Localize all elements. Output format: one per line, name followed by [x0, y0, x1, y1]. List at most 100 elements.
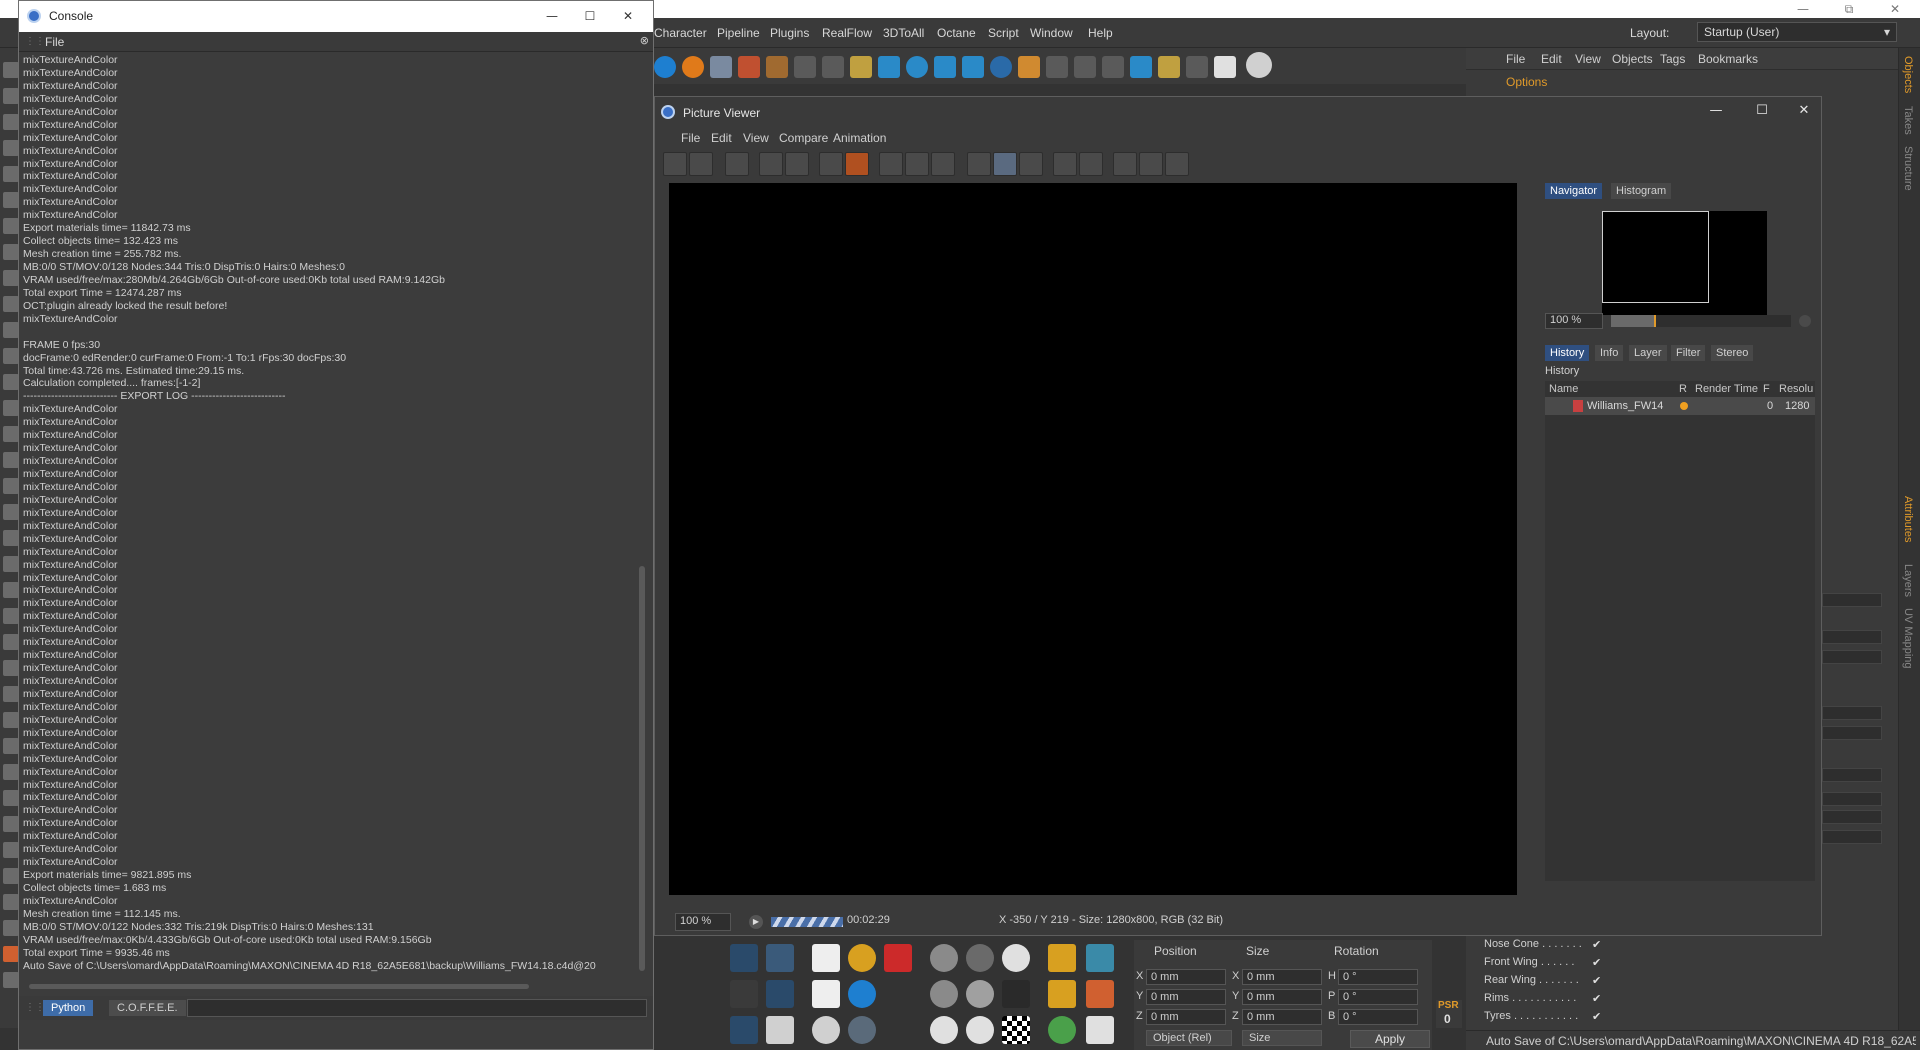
scrollbar-thumb[interactable] — [29, 984, 529, 989]
tool-icon[interactable] — [3, 88, 19, 104]
tool-icon[interactable] — [1158, 56, 1180, 78]
tab-history[interactable]: History — [1545, 345, 1590, 361]
tool-icon[interactable] — [3, 920, 19, 936]
copy-icon[interactable] — [819, 152, 843, 176]
tool-icon[interactable] — [3, 452, 19, 468]
compare-icon[interactable] — [993, 152, 1017, 176]
zoom-field[interactable]: 100 % — [675, 913, 731, 931]
restore-icon[interactable]: ⧉ — [1826, 0, 1872, 18]
material-icon[interactable] — [848, 980, 876, 1008]
obj-menu-bookmarks[interactable]: Bookmarks — [1698, 52, 1758, 66]
tool-icon[interactable] — [3, 790, 19, 806]
pv-menu-view[interactable]: View — [743, 131, 769, 145]
tool-icon[interactable] — [1214, 56, 1236, 78]
minimize-icon[interactable]: — — [1780, 0, 1826, 18]
tool-icon[interactable] — [3, 686, 19, 702]
options-label[interactable]: Options — [1506, 75, 1547, 89]
save-icon[interactable] — [689, 152, 713, 176]
material-icon[interactable] — [1048, 980, 1076, 1008]
minimize-icon[interactable]: — — [1701, 103, 1731, 118]
tool-icon[interactable] — [3, 504, 19, 520]
attribute-field[interactable] — [1822, 726, 1882, 740]
size-y-field[interactable]: 0 mm — [1242, 989, 1322, 1005]
material-sphere-icon[interactable] — [966, 980, 994, 1008]
obj-menu-tags[interactable]: Tags — [1660, 52, 1685, 66]
tab-navigator[interactable]: Navigator — [1545, 183, 1603, 199]
refresh-icon[interactable] — [1048, 1016, 1076, 1044]
tool-icon[interactable] — [3, 426, 19, 442]
trash-icon[interactable] — [878, 56, 900, 78]
tool-icon[interactable] — [850, 56, 872, 78]
tool-icon[interactable] — [730, 1016, 758, 1044]
tool-icon[interactable] — [730, 980, 758, 1008]
pv-menu-file[interactable]: File — [681, 131, 700, 145]
obj-menu-file[interactable]: File — [1506, 52, 1525, 66]
material-sphere-icon[interactable] — [930, 980, 958, 1008]
canvas-horizontal-scrollbar[interactable] — [669, 897, 1521, 907]
qm-icon[interactable] — [1186, 56, 1208, 78]
menu-script[interactable]: Script — [988, 26, 1019, 40]
tool-icon[interactable] — [3, 712, 19, 728]
tool-icon[interactable] — [990, 56, 1012, 78]
ies-icon[interactable] — [812, 980, 840, 1008]
obj-menu-objects[interactable]: Objects — [1612, 52, 1653, 66]
position-x-field[interactable]: 0 mm — [1146, 969, 1226, 985]
material-icon[interactable] — [848, 1016, 876, 1044]
tool-icon[interactable] — [3, 530, 19, 546]
tool-icon[interactable] — [962, 56, 984, 78]
tool-icon[interactable] — [1165, 152, 1189, 176]
play-icon[interactable]: ▶ — [749, 915, 763, 929]
material-sphere-icon[interactable] — [966, 944, 994, 972]
compare-icon[interactable] — [1019, 152, 1043, 176]
tab-coffee[interactable]: C.O.F.F.E.E. — [109, 1000, 186, 1016]
menu-pipeline[interactable]: Pipeline — [717, 26, 760, 40]
menu-realflow[interactable]: RealFlow — [822, 26, 872, 40]
open-icon[interactable] — [663, 152, 687, 176]
col-f[interactable]: F — [1763, 383, 1770, 395]
rotation-h-field[interactable]: 0 ° — [1338, 969, 1418, 985]
tab-takes[interactable]: Takes — [1902, 106, 1914, 135]
tab-structure[interactable]: Structure — [1902, 146, 1914, 191]
col-name[interactable]: Name — [1549, 383, 1578, 395]
menu-window[interactable]: Window — [1030, 26, 1073, 40]
material-gear-icon[interactable] — [1002, 944, 1030, 972]
attribute-field[interactable] — [1822, 650, 1882, 664]
close-icon[interactable]: ⊗ — [640, 34, 649, 47]
render-icon[interactable] — [931, 152, 955, 176]
tool-icon[interactable] — [3, 400, 19, 416]
canvas-vertical-scrollbar[interactable] — [1521, 183, 1531, 895]
tab-uv-mapping[interactable]: UV Mapping — [1902, 608, 1914, 669]
octane-icon[interactable] — [738, 56, 760, 78]
tool-icon[interactable] — [3, 816, 19, 832]
history-scrollbar[interactable] — [1545, 883, 1815, 891]
tab-attributes[interactable]: Attributes — [1902, 496, 1914, 542]
tool-icon[interactable] — [3, 634, 19, 650]
tool-icon[interactable] — [1018, 56, 1040, 78]
coordinate-mode-dropdown[interactable]: Object (Rel) — [1146, 1030, 1232, 1046]
sphere-icon[interactable] — [906, 56, 928, 78]
tab-objects[interactable]: Objects — [1902, 56, 1914, 93]
tab-layer[interactable]: Layer — [1629, 345, 1667, 361]
attr-rear-wing[interactable]: Rear Wing . . . . . . . ✔ — [1466, 972, 1606, 990]
attr-nose-cone[interactable]: Nose Cone . . . . . . . ✔ — [1466, 936, 1606, 954]
close-icon[interactable]: ✕ — [1872, 0, 1918, 18]
tool-icon[interactable] — [766, 1016, 794, 1044]
material-sphere-icon[interactable] — [930, 944, 958, 972]
dice-icon[interactable] — [1086, 1016, 1114, 1044]
check-icon[interactable]: ✔ — [1592, 1010, 1601, 1023]
tab-stereo[interactable]: Stereo — [1711, 345, 1754, 361]
apply-button[interactable]: Apply — [1350, 1030, 1430, 1048]
tool-icon[interactable] — [3, 322, 19, 338]
tool-icon[interactable] — [3, 140, 19, 156]
plugin-icon[interactable] — [766, 56, 788, 78]
tool-icon[interactable] — [1046, 56, 1068, 78]
check-icon[interactable]: ✔ — [1592, 992, 1601, 1005]
tab-info[interactable]: Info — [1595, 345, 1624, 361]
obj-menu-edit[interactable]: Edit — [1541, 52, 1562, 66]
tool-icon[interactable] — [3, 556, 19, 572]
sun-icon[interactable] — [848, 944, 876, 972]
table-row[interactable]: Williams_FW14 0 1280 — [1545, 397, 1815, 415]
size-z-field[interactable]: 0 mm — [1242, 1009, 1322, 1025]
navigator-frame[interactable] — [1602, 211, 1709, 303]
attribute-field[interactable] — [1822, 810, 1882, 824]
